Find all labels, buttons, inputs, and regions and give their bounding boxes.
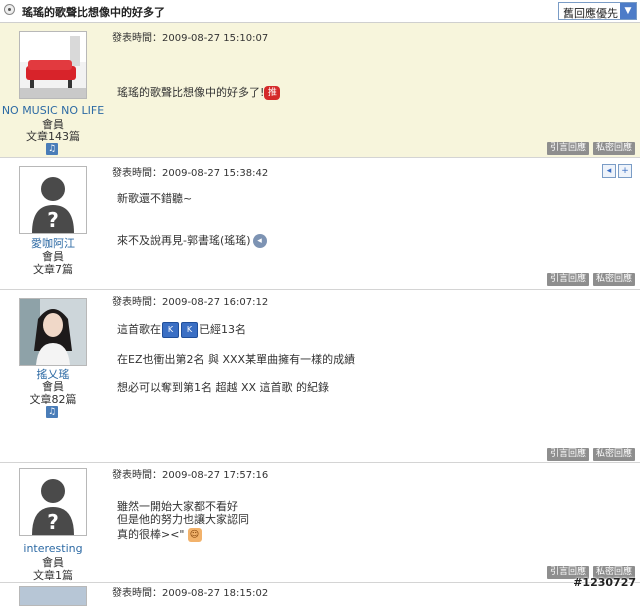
private-reply-button[interactable]: 私密回應 — [592, 142, 635, 155]
post-body-line: 在EZ也衝出第2名 與 XXX某單曲擁有一樣的成績 — [117, 353, 356, 366]
music-badge-icon: ♫ — [46, 143, 58, 155]
avatar[interactable] — [19, 31, 87, 99]
speaker-icon[interactable]: ◂ — [602, 164, 616, 178]
audio-icon[interactable]: ◂ — [252, 234, 267, 248]
default-avatar-image: ? — [20, 469, 86, 535]
post-time: 發表時間：2009-08-27 17:57:16 — [112, 470, 269, 481]
kk-logo-icon: K — [181, 322, 198, 338]
post-body-line: 真的很棒><" ☺ — [117, 526, 202, 542]
post-body-line: 來不及說再見-郭書瑤(瑤瑤) ◂ — [117, 232, 267, 248]
default-avatar-image: ? — [20, 167, 86, 233]
post-body-line: 想必可以奪到第1名 超越 XX 這首歌 的紀錄 — [117, 381, 330, 394]
post-user-count: 文章82篇 — [29, 393, 77, 406]
post-user-count: 文章7篇 — [33, 263, 73, 276]
thread-title: 瑤瑤的歌聲比想像中的好多了 — [22, 6, 165, 19]
post-body-line: 這首歌在 K K 已經13名 — [117, 321, 246, 338]
avatar-image — [20, 587, 86, 605]
post-text: 這首歌在 — [117, 323, 161, 336]
quote-reply-button[interactable]: 引言回應 — [546, 448, 589, 461]
avatar[interactable] — [19, 586, 87, 606]
thread-header: 瑤瑤的歌聲比想像中的好多了 舊回應優先 ▼ — [0, 0, 640, 23]
post-2: ? 愛咖阿江 會員 文章7篇 發表時間：2009-08-27 15:38:42 … — [0, 158, 640, 290]
post-text: 來不及說再見-郭書瑤(瑤瑤) — [117, 234, 251, 247]
avatar[interactable]: ? — [19, 166, 87, 234]
plus-icon[interactable]: + — [618, 164, 632, 178]
avatar[interactable] — [19, 298, 87, 366]
post-1: NO MUSIC NO LIFE 會員 文章143篇 ♫ 發表時間：2009-0… — [0, 23, 640, 158]
post-5: 發表時間：2009-08-27 18:15:02 — [0, 583, 640, 606]
svg-text:?: ? — [47, 208, 59, 232]
post-time: 發表時間：2009-08-27 15:10:07 — [112, 33, 269, 44]
post-actions: 引言回應 私密回應 — [543, 140, 635, 155]
post-body-line: 瑤瑤的歌聲比想像中的好多了! 推 — [117, 84, 281, 100]
chevron-down-icon[interactable]: ▼ — [620, 3, 636, 19]
quote-reply-button[interactable]: 引言回應 — [546, 273, 589, 286]
music-badge-icon: ♫ — [46, 406, 58, 418]
post-text: 已經13名 — [199, 323, 246, 336]
avatar-image — [20, 299, 86, 365]
post-user-count: 文章143篇 — [26, 130, 80, 143]
sort-select-value: 舊回應優先 — [563, 7, 618, 20]
push-emoticon-icon: 推 — [264, 86, 281, 100]
avatar-image — [20, 32, 86, 98]
post-time: 發表時間：2009-08-27 16:07:12 — [112, 297, 269, 308]
post-actions: 引言回應 私密回應 — [543, 446, 635, 461]
quote-reply-button[interactable]: 引言回應 — [546, 142, 589, 155]
post-body-line: 但是他的努力也讓大家認同 — [117, 513, 249, 526]
post-4: ? interesting 會員 文章1篇 發表時間：2009-08-27 17… — [0, 463, 640, 583]
smile-emoticon-icon: ☺ — [187, 528, 202, 542]
svg-text:?: ? — [47, 510, 59, 534]
post-tools: ◂ + — [600, 163, 632, 178]
private-reply-button[interactable]: 私密回應 — [592, 448, 635, 461]
post-3: 搖乂瑤 會員 文章82篇 ♫ 發表時間：2009-08-27 16:07:12 … — [0, 290, 640, 463]
radio-icon[interactable] — [4, 4, 15, 15]
watermark: #1230727 — [573, 576, 636, 589]
kk-logo-icon: K — [162, 322, 179, 338]
post-time: 發表時間：2009-08-27 15:38:42 — [112, 168, 269, 179]
post-actions: 引言回應 私密回應 — [543, 271, 635, 286]
post-time: 發表時間：2009-08-27 18:15:02 — [112, 588, 269, 599]
post-text: 真的很棒><" — [117, 528, 185, 541]
sort-select[interactable]: 舊回應優先 ▼ — [558, 2, 637, 20]
post-body-line: 新歌還不錯聽~ — [117, 192, 193, 205]
post-user-count: 文章1篇 — [33, 569, 73, 582]
private-reply-button[interactable]: 私密回應 — [592, 273, 635, 286]
post-text: 瑤瑤的歌聲比想像中的好多了! — [117, 86, 265, 99]
avatar[interactable]: ? — [19, 468, 87, 536]
